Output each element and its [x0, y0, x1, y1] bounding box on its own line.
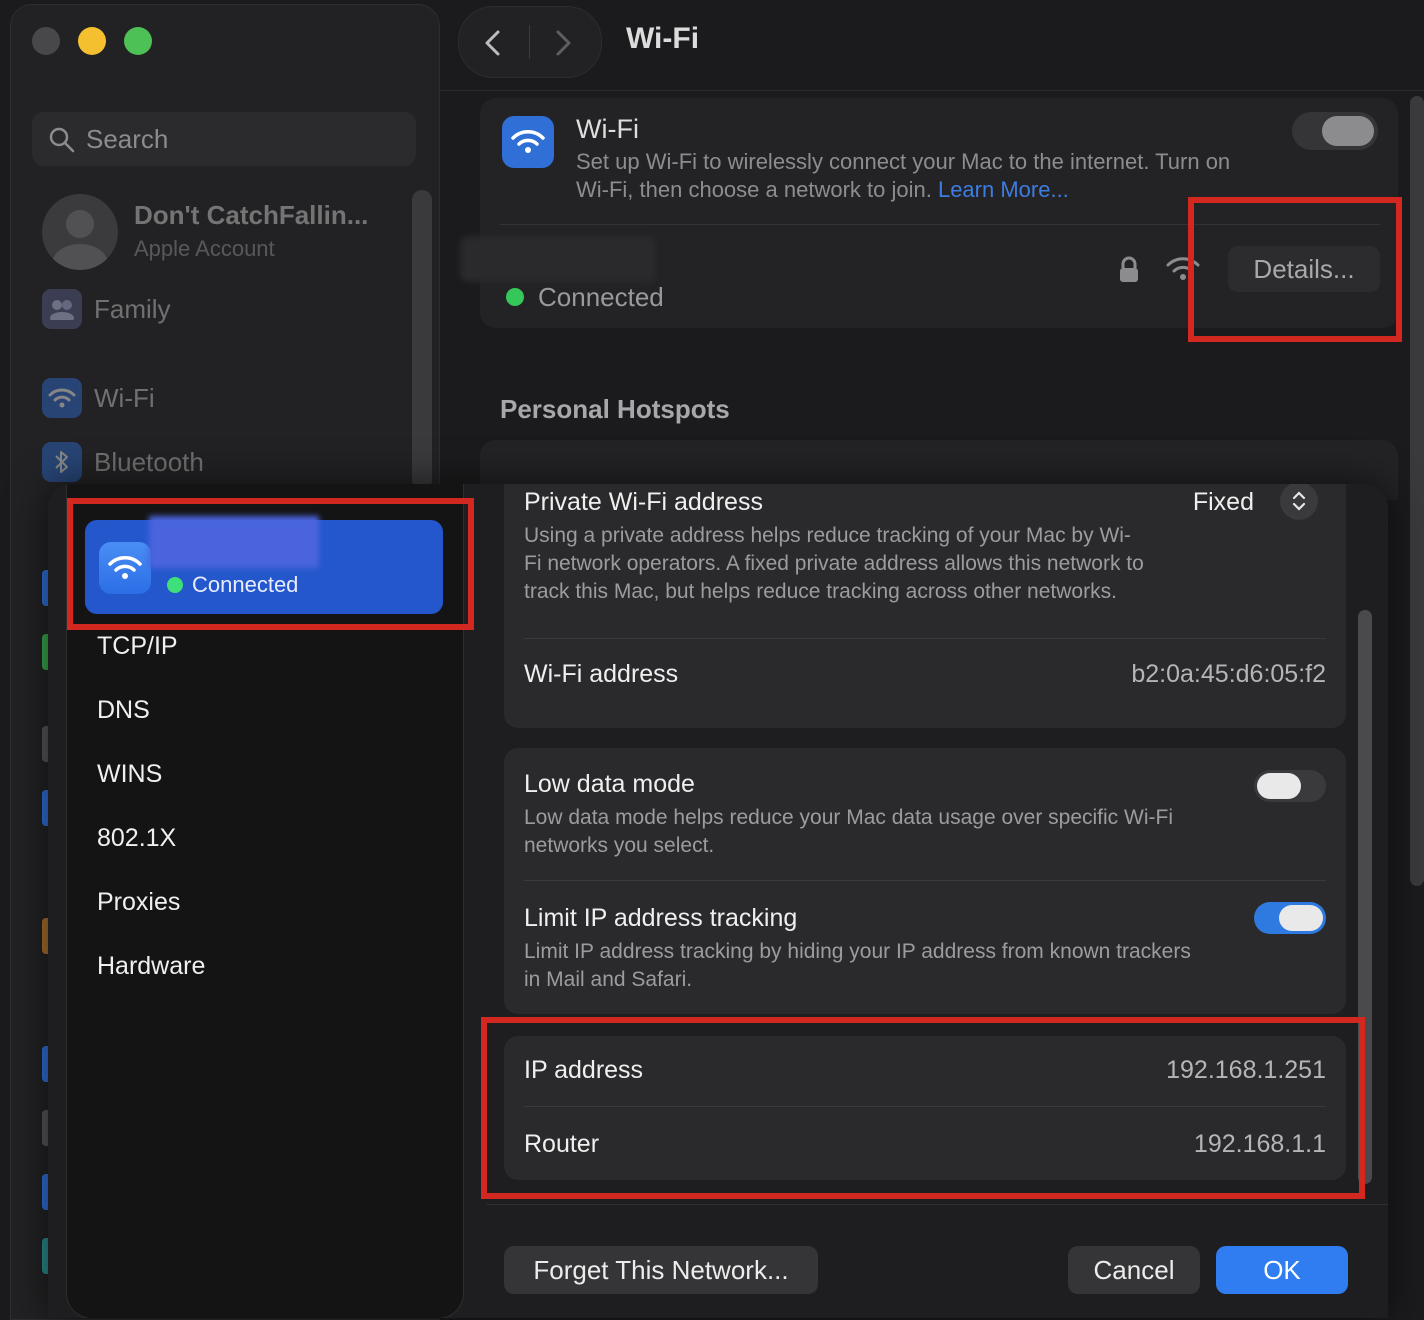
account-subtitle: Apple Account — [134, 236, 275, 261]
sidebar-item-label: Family — [94, 293, 171, 324]
divider — [524, 880, 1326, 881]
divider — [486, 1204, 1388, 1205]
sidebar-item-wifi[interactable]: Wi-Fi — [42, 378, 155, 418]
search-input[interactable]: Search — [32, 112, 416, 166]
ok-button[interactable]: OK — [1216, 1246, 1348, 1294]
close-window-button[interactable] — [32, 27, 60, 55]
details-button[interactable]: Details... — [1228, 246, 1380, 292]
nav-item-tcpip[interactable]: TCP/IP — [97, 632, 178, 661]
network-status: Connected — [192, 572, 299, 597]
divider — [524, 1106, 1326, 1107]
nav-item-dns[interactable]: DNS — [97, 696, 150, 725]
nav-item-wins[interactable]: WINS — [97, 760, 162, 789]
router-value: 192.168.1.1 — [1193, 1130, 1326, 1158]
network-name-redacted — [460, 236, 656, 282]
details-content: Private Wi-Fi address Fixed Using a priv… — [486, 484, 1388, 1318]
search-icon — [48, 126, 76, 159]
toggle-knob — [1322, 116, 1374, 146]
forward-arrow-icon[interactable] — [551, 29, 575, 62]
sidebar-item-label: Bluetooth — [94, 446, 204, 477]
sidebar-scrollbar[interactable] — [412, 190, 432, 490]
address-group: Private Wi-Fi address Fixed Using a priv… — [504, 484, 1346, 728]
data-options-group: Low data mode Low data mode helps reduce… — [504, 748, 1346, 1014]
router-label: Router — [524, 1130, 600, 1158]
limit-ip-tracking-title: Limit IP address tracking — [524, 904, 798, 932]
network-status: Connected — [538, 282, 664, 312]
section-heading: Personal Hotspots — [500, 394, 730, 424]
toggle-knob — [1279, 905, 1323, 931]
wifi-card-description: Set up Wi-Fi to wirelessly connect your … — [576, 148, 1266, 204]
sidebar-item-family[interactable]: Family — [42, 289, 171, 329]
wifi-address-value: b2:0a:45:d6:05:f2 — [1131, 660, 1326, 688]
limit-ip-tracking-description: Limit IP address tracking by hiding your… — [524, 940, 1191, 991]
back-arrow-icon[interactable] — [481, 29, 505, 62]
search-placeholder: Search — [86, 124, 169, 154]
wifi-card-title: Wi-Fi — [576, 114, 639, 144]
wifi-signal-icon — [1166, 256, 1200, 287]
details-scrollbar[interactable] — [1358, 610, 1372, 1184]
ip-address-value: 192.168.1.251 — [1166, 1056, 1326, 1084]
nav-item-8021x[interactable]: 802.1X — [97, 824, 176, 853]
ip-info-group: IP address 192.168.1.251 Router 192.168.… — [504, 1036, 1346, 1180]
wifi-icon — [42, 378, 82, 418]
wifi-address-label: Wi-Fi address — [524, 660, 679, 688]
network-name-redacted — [149, 516, 319, 568]
main-scrollbar[interactable] — [1410, 96, 1424, 886]
forget-network-button[interactable]: Forget This Network... — [504, 1246, 818, 1294]
low-data-mode-title: Low data mode — [524, 770, 695, 798]
low-data-mode-description: Low data mode helps reduce your Mac data… — [524, 806, 1173, 857]
nav-item-proxies[interactable]: Proxies — [97, 888, 180, 917]
sidebar-item-bluetooth[interactable]: Bluetooth — [42, 442, 204, 482]
wifi-icon — [99, 542, 151, 594]
divider — [524, 638, 1326, 639]
zoom-window-button[interactable] — [124, 27, 152, 55]
details-sidebar: Connected TCP/IP DNS WINS 802.1X Proxies… — [66, 484, 464, 1318]
chevron-updown-icon[interactable] — [1280, 484, 1318, 520]
network-details-sheet: Connected TCP/IP DNS WINS 802.1X Proxies… — [48, 484, 1388, 1318]
cancel-button[interactable]: Cancel — [1068, 1246, 1200, 1294]
connected-status-dot — [506, 288, 524, 306]
sidebar-item-label: Wi-Fi — [94, 382, 155, 413]
family-icon — [42, 289, 82, 329]
selected-network-item[interactable]: Connected — [85, 516, 443, 614]
learn-more-link[interactable]: Learn More... — [938, 177, 1069, 202]
bluetooth-icon — [42, 442, 82, 482]
private-address-value[interactable]: Fixed — [1193, 488, 1254, 517]
wifi-icon — [502, 116, 554, 168]
wifi-toggle[interactable] — [1292, 112, 1378, 150]
page-title: Wi-Fi — [626, 22, 700, 55]
ip-address-label: IP address — [524, 1056, 644, 1084]
account-name: Don't CatchFallin... — [134, 200, 369, 230]
navigation-controls — [458, 6, 602, 78]
connected-status-dot — [167, 577, 183, 593]
toggle-knob — [1257, 773, 1301, 799]
lock-icon — [1118, 256, 1140, 289]
minimize-window-button[interactable] — [78, 27, 106, 55]
divider — [500, 224, 1380, 225]
limit-ip-tracking-toggle[interactable] — [1254, 902, 1326, 934]
private-address-title: Private Wi-Fi address — [524, 488, 763, 516]
nav-divider — [529, 25, 530, 59]
nav-item-hardware[interactable]: Hardware — [97, 952, 205, 981]
avatar — [42, 194, 118, 270]
low-data-mode-toggle[interactable] — [1254, 770, 1326, 802]
wifi-description-text: Set up Wi-Fi to wirelessly connect your … — [576, 149, 1231, 202]
private-address-description: Using a private address helps reduce tra… — [524, 524, 1144, 603]
